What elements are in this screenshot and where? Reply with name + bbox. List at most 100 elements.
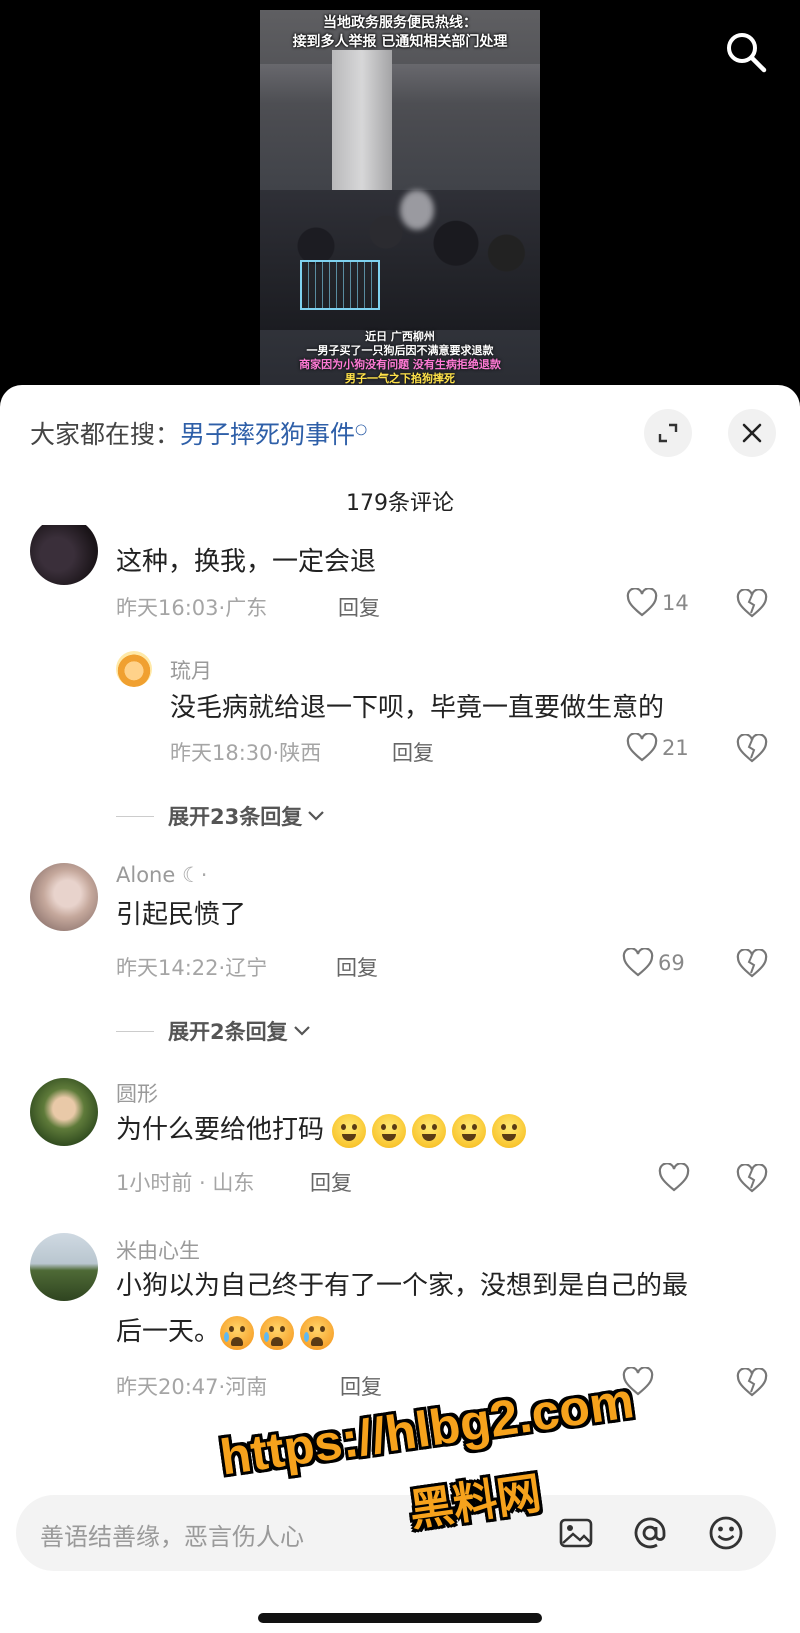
comment-list[interactable]: 这种，换我，一定会退 昨天16:03·广东 回复 14 琉月 没毛病就给退一下呗… bbox=[0, 525, 800, 1485]
video-caption-line3: 商家因为小狗没有问题 没有生病拒绝退款 bbox=[299, 358, 501, 371]
grin-emoji-icon bbox=[492, 1113, 527, 1148]
comment-username[interactable]: 圆形 bbox=[116, 1078, 158, 1108]
hot-search-bar[interactable]: 大家都在搜：男子摔死狗事件○ bbox=[30, 415, 367, 451]
comment-username-text: Alone bbox=[116, 863, 176, 887]
moon-icon: ☾· bbox=[181, 863, 208, 887]
grin-emoji-icon bbox=[332, 1113, 367, 1148]
close-button[interactable] bbox=[728, 409, 776, 457]
hot-search-query-link[interactable]: 男子摔死狗事件 bbox=[180, 420, 355, 449]
avatar[interactable] bbox=[116, 651, 152, 687]
comment-count: 179条评论 bbox=[346, 491, 454, 516]
comment-time: 1小时前 bbox=[116, 1171, 193, 1195]
like-button[interactable] bbox=[622, 1367, 658, 1397]
hot-search-prefix: 大家都在搜： bbox=[30, 420, 181, 449]
divider bbox=[116, 1030, 154, 1032]
video-frame[interactable]: 当地政务服务便民热线： 接到多人举报 已通知相关部门处理 近日 广西柳州 一男子… bbox=[260, 10, 540, 388]
comment-meta: 昨天20:47·河南 bbox=[116, 1375, 268, 1399]
expand-replies-label: 展开23条回复 bbox=[168, 805, 303, 829]
comment-text: 引起民愤了 bbox=[116, 900, 247, 930]
comment-meta: 1小时前 · 山东 bbox=[116, 1171, 255, 1195]
video-caption-line1: 近日 广西柳州 bbox=[365, 330, 435, 343]
crying-emoji-icon bbox=[260, 1315, 295, 1350]
video-headline-line2: 接到多人举报 已通知相关部门处理 bbox=[292, 34, 508, 50]
crying-emoji-icon bbox=[220, 1315, 255, 1350]
search-small-icon: ○ bbox=[355, 421, 368, 438]
like-count: 14 bbox=[662, 591, 689, 615]
broken-heart-icon[interactable] bbox=[736, 1164, 768, 1194]
heart-icon bbox=[658, 1163, 690, 1192]
crying-emoji-icon bbox=[300, 1315, 335, 1350]
search-icon[interactable] bbox=[724, 30, 768, 74]
like-count: 69 bbox=[658, 951, 685, 975]
comment-text-line1: 小狗以为自己终于有了一个家，没想到是自己的最 bbox=[116, 1271, 689, 1301]
video-caption: 近日 广西柳州 一男子买了一只狗后因不满意要求退款 商家因为小狗没有问题 没有生… bbox=[260, 330, 540, 386]
comment-location: 河南 bbox=[225, 1375, 268, 1399]
like-button[interactable]: 21 bbox=[626, 733, 689, 763]
broken-heart-icon[interactable] bbox=[736, 734, 768, 764]
video-caption-line4: 男子一气之下掐狗摔死 bbox=[345, 372, 455, 385]
heart-icon bbox=[622, 948, 654, 977]
expand-replies-button[interactable]: 展开23条回复 bbox=[116, 801, 326, 831]
emoji-icon[interactable] bbox=[706, 1513, 746, 1553]
comment-location: 辽宁 bbox=[225, 956, 268, 980]
heart-icon bbox=[626, 733, 658, 762]
video-headline: 当地政务服务便民热线： 接到多人举报 已通知相关部门处理 bbox=[260, 14, 540, 52]
comment-text: 这种，换我，一定会退 bbox=[116, 547, 377, 577]
video-scene-cage bbox=[300, 260, 380, 310]
comment-text: 为什么要给他打码 bbox=[116, 1107, 532, 1153]
comment-meta: 昨天18:30·陕西 bbox=[170, 741, 322, 765]
comment-input-placeholder[interactable]: 善语结善缘，恶言伤人心 bbox=[40, 1517, 304, 1552]
avatar[interactable] bbox=[30, 863, 98, 931]
video-blurred-face bbox=[400, 190, 434, 230]
at-icon[interactable] bbox=[630, 1513, 670, 1553]
comment-text: 没毛病就给退一下呗，毕竟一直要做生意的 bbox=[170, 693, 665, 723]
heart-icon bbox=[626, 588, 658, 617]
comment-text-content: 为什么要给他打码 bbox=[116, 1115, 325, 1145]
like-button[interactable]: 69 bbox=[622, 948, 685, 978]
home-indicator[interactable] bbox=[258, 1613, 542, 1623]
reply-button[interactable]: 回复 bbox=[338, 592, 380, 622]
like-button[interactable] bbox=[658, 1163, 694, 1193]
broken-heart-icon[interactable] bbox=[736, 1368, 768, 1398]
broken-heart-icon[interactable] bbox=[736, 949, 768, 979]
heart-icon bbox=[622, 1367, 654, 1396]
comment-location: 山东 bbox=[212, 1171, 255, 1195]
video-player[interactable]: 当地政务服务便民热线： 接到多人举报 已通知相关部门处理 近日 广西柳州 一男子… bbox=[0, 0, 800, 400]
comment-text-line2: 后一天。 bbox=[116, 1309, 340, 1355]
chevron-down-icon bbox=[308, 811, 325, 821]
comment-meta: 昨天14:22·辽宁 bbox=[116, 956, 268, 980]
broken-heart-icon[interactable] bbox=[736, 589, 768, 619]
comment-time: 昨天16:03 bbox=[116, 596, 219, 620]
comment-username[interactable]: Alone ☾· bbox=[116, 863, 207, 887]
comment-input-bar[interactable]: 善语结善缘，恶言伤人心 bbox=[16, 1495, 776, 1571]
avatar[interactable] bbox=[30, 1078, 98, 1146]
comment-sheet: 大家都在搜：男子摔死狗事件○ 179条评论 这种，换我，一定会退 昨天16:03… bbox=[0, 385, 800, 1633]
video-caption-line2: 一男子买了一只狗后因不满意要求退款 bbox=[306, 344, 494, 357]
chevron-down-icon bbox=[293, 1026, 310, 1036]
reply-button[interactable]: 回复 bbox=[392, 737, 434, 767]
grin-emoji-icon bbox=[412, 1113, 447, 1148]
comment-location: 广东 bbox=[225, 596, 268, 620]
expand-replies-label: 展开2条回复 bbox=[168, 1020, 288, 1044]
comment-text-content: 后一天。 bbox=[116, 1317, 221, 1347]
divider bbox=[116, 815, 154, 817]
expand-replies-button[interactable]: 展开2条回复 bbox=[116, 1016, 312, 1046]
comment-time: 昨天14:22 bbox=[116, 956, 219, 980]
grin-emoji-icon bbox=[452, 1113, 487, 1148]
expand-button[interactable] bbox=[644, 409, 692, 457]
reply-button[interactable]: 回复 bbox=[340, 1371, 382, 1401]
close-icon bbox=[742, 423, 762, 443]
video-scene-beam bbox=[260, 64, 540, 104]
expand-icon bbox=[658, 423, 678, 443]
comment-location: 陕西 bbox=[279, 741, 322, 765]
reply-button[interactable]: 回复 bbox=[310, 1167, 352, 1197]
grin-emoji-icon bbox=[372, 1113, 407, 1148]
reply-button[interactable]: 回复 bbox=[336, 952, 378, 982]
comment-username[interactable]: 琉月 bbox=[170, 655, 212, 685]
avatar[interactable] bbox=[30, 1233, 98, 1301]
video-headline-line1: 当地政务服务便民热线： bbox=[323, 15, 477, 31]
like-button[interactable]: 14 bbox=[626, 588, 689, 618]
avatar[interactable] bbox=[30, 525, 98, 585]
image-icon[interactable] bbox=[556, 1513, 596, 1553]
comment-username[interactable]: 米由心生 bbox=[116, 1235, 200, 1265]
